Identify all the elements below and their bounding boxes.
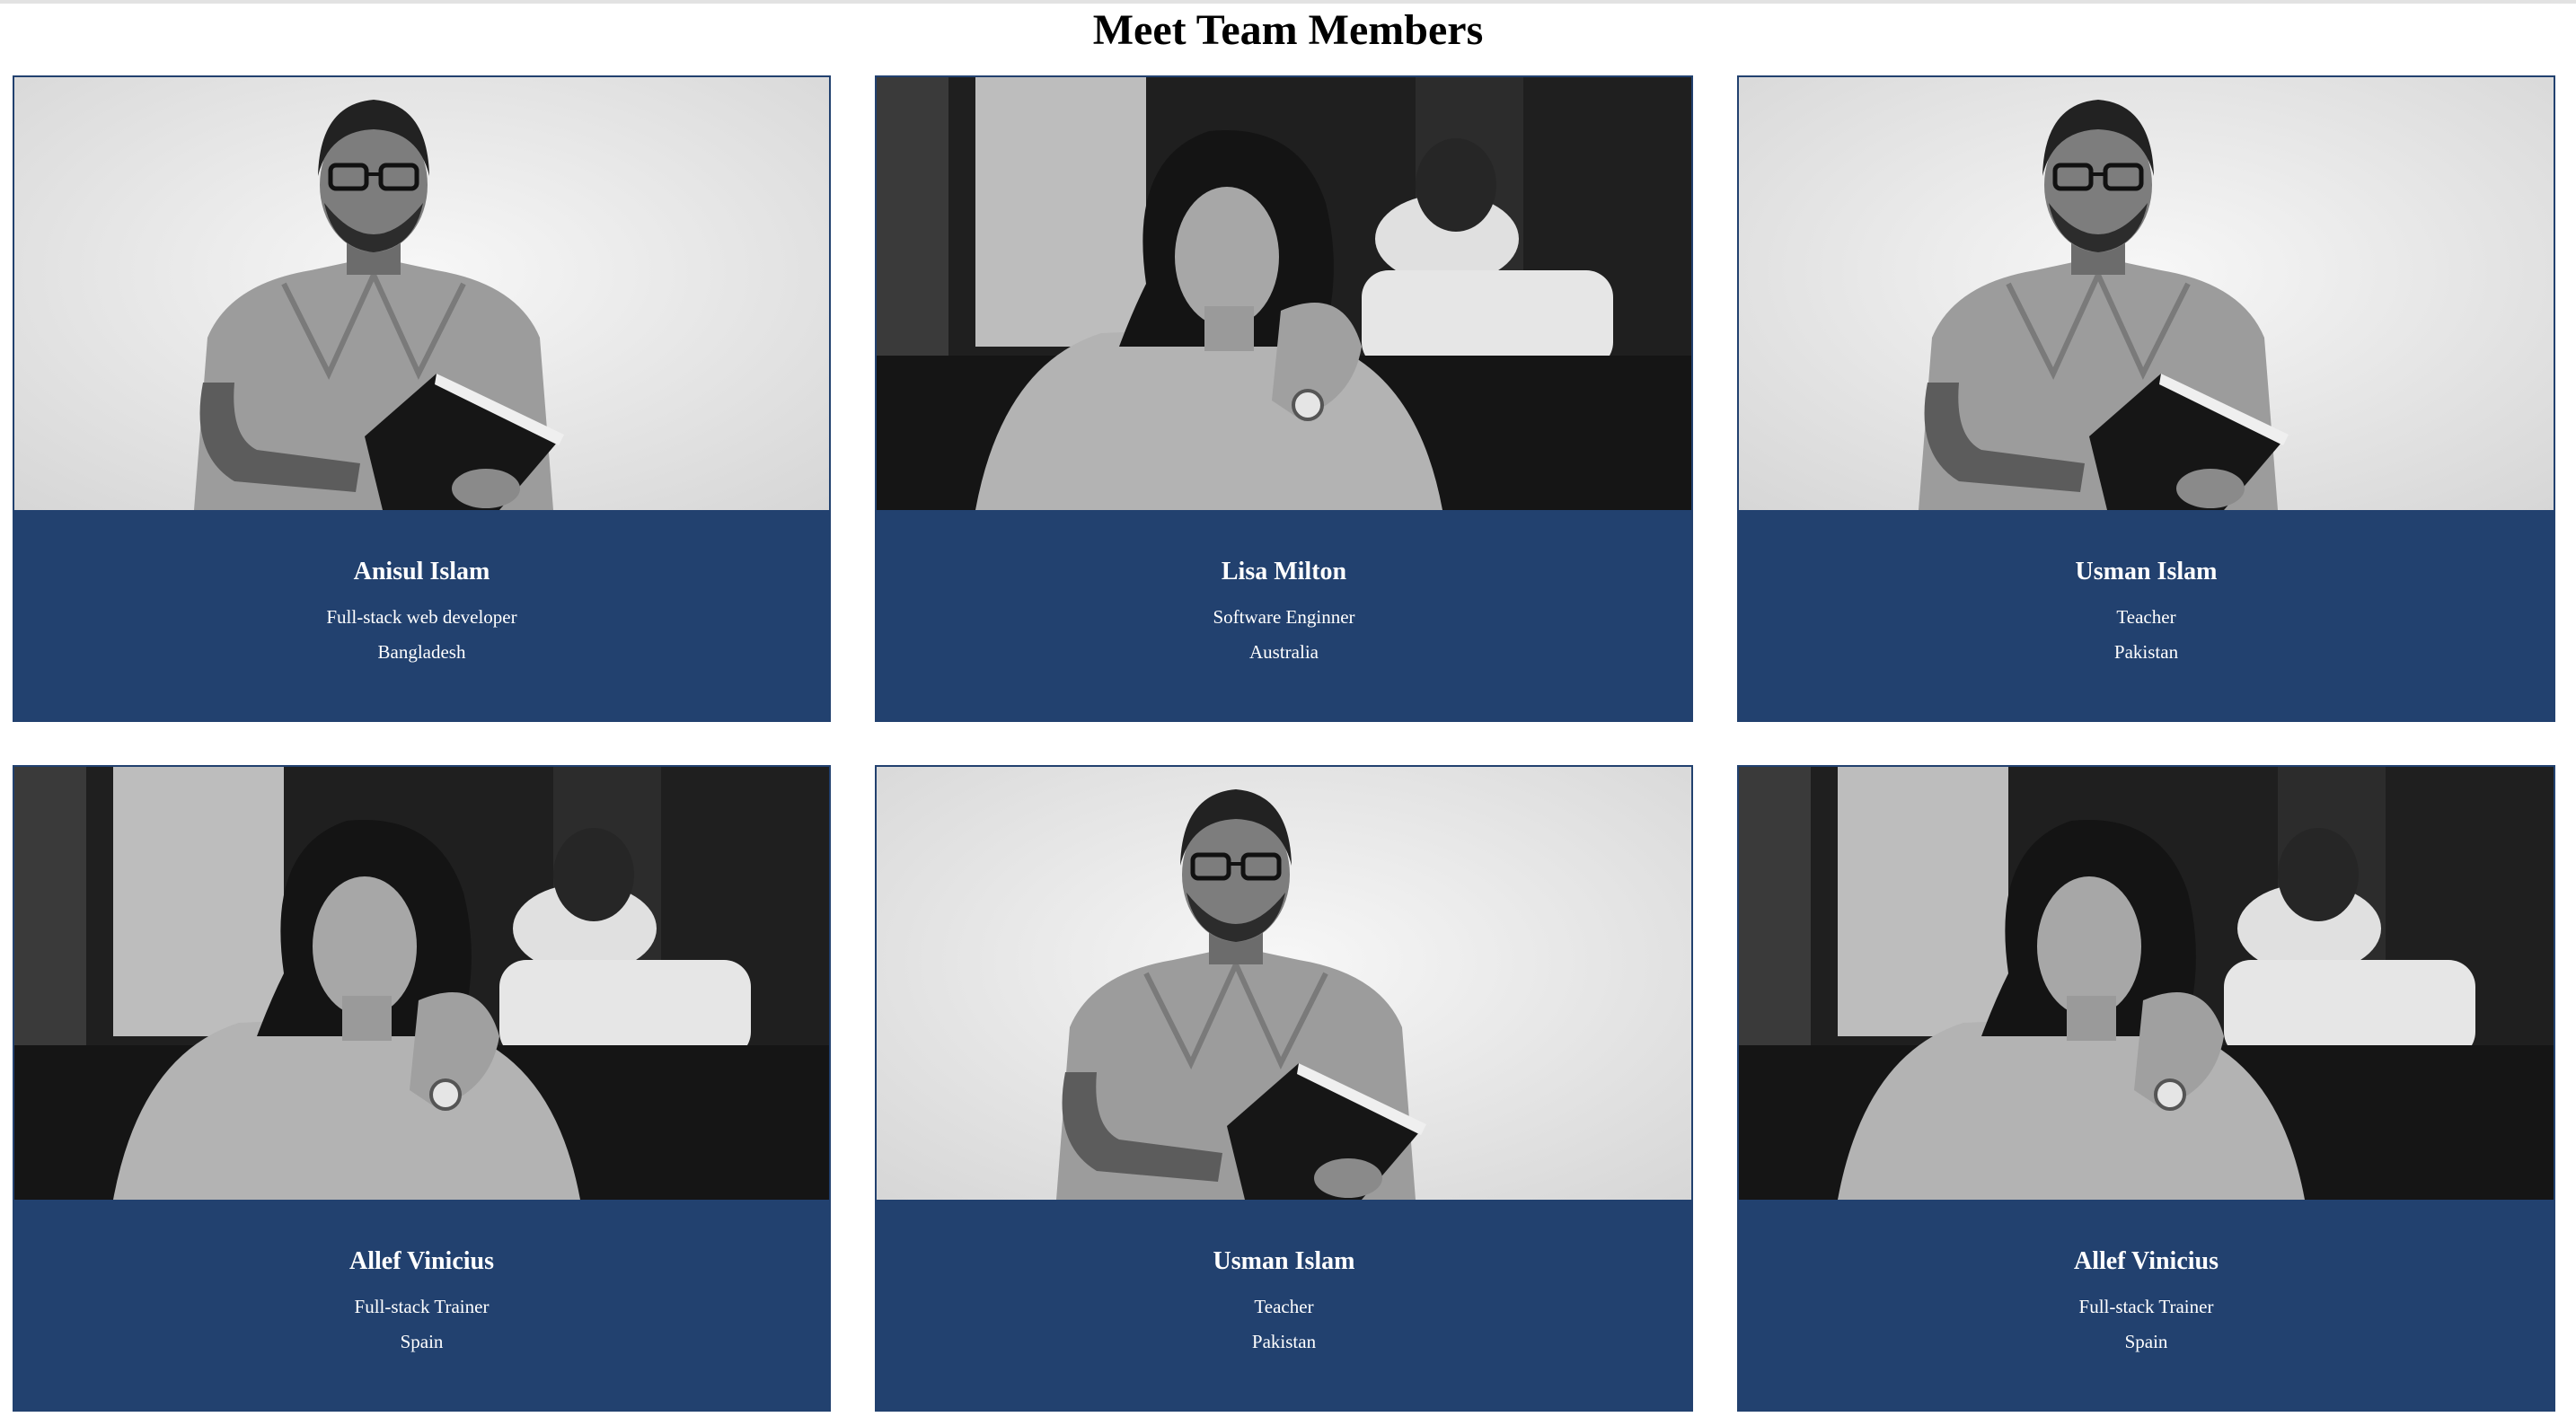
man-portrait-image <box>877 767 1691 1200</box>
member-info: Allef Vinicius Full-stack Trainer Spain <box>14 1200 829 1410</box>
member-name: Anisul Islam <box>353 558 490 585</box>
team-member-card: Usman Islam Teacher Pakistan <box>1737 75 2555 722</box>
member-info: Lisa Milton Software Enginner Australia <box>877 510 1691 720</box>
member-name: Allef Vinicius <box>348 1247 494 1275</box>
member-photo <box>877 77 1691 510</box>
man-portrait-image <box>14 77 829 510</box>
team-grid: Anisul Islam Full-stack web developer Ba… <box>0 0 2576 1417</box>
team-member-card: Anisul Islam Full-stack web developer Ba… <box>13 75 831 722</box>
member-photo <box>14 77 829 510</box>
member-role: Teacher <box>2116 606 2176 628</box>
member-country: Australia <box>1249 641 1319 663</box>
member-role: Teacher <box>1254 1296 1314 1317</box>
member-photo <box>14 767 829 1200</box>
member-country: Pakistan <box>2113 641 2179 663</box>
member-name: Lisa Milton <box>1221 558 1347 585</box>
member-name: Usman Islam <box>1213 1247 1355 1275</box>
member-role: Full-stack web developer <box>326 606 517 628</box>
member-country: Spain <box>2124 1331 2168 1352</box>
member-country: Spain <box>400 1331 444 1352</box>
member-name: Allef Vinicius <box>2073 1247 2219 1275</box>
member-photo <box>877 767 1691 1200</box>
member-country: Bangladesh <box>377 641 466 663</box>
team-member-card: Allef Vinicius Full-stack Trainer Spain <box>1737 765 2555 1412</box>
woman-portrait-image <box>14 767 829 1200</box>
member-role: Software Enginner <box>1213 606 1355 628</box>
woman-portrait-image <box>1739 767 2554 1200</box>
member-role: Full-stack Trainer <box>354 1296 490 1317</box>
member-photo <box>1739 767 2554 1200</box>
member-info: Usman Islam Teacher Pakistan <box>1739 510 2554 720</box>
member-info: Usman Islam Teacher Pakistan <box>877 1200 1691 1410</box>
team-member-card: Usman Islam Teacher Pakistan <box>875 765 1693 1412</box>
member-country: Pakistan <box>1251 1331 1317 1352</box>
member-info: Allef Vinicius Full-stack Trainer Spain <box>1739 1200 2554 1410</box>
member-info: Anisul Islam Full-stack web developer Ba… <box>14 510 829 720</box>
member-photo <box>1739 77 2554 510</box>
woman-portrait-image <box>877 77 1691 510</box>
man-portrait-image <box>1739 77 2554 510</box>
member-name: Usman Islam <box>2075 558 2218 585</box>
member-role: Full-stack Trainer <box>2078 1296 2214 1317</box>
team-member-card: Allef Vinicius Full-stack Trainer Spain <box>13 765 831 1412</box>
team-member-card: Lisa Milton Software Enginner Australia <box>875 75 1693 722</box>
